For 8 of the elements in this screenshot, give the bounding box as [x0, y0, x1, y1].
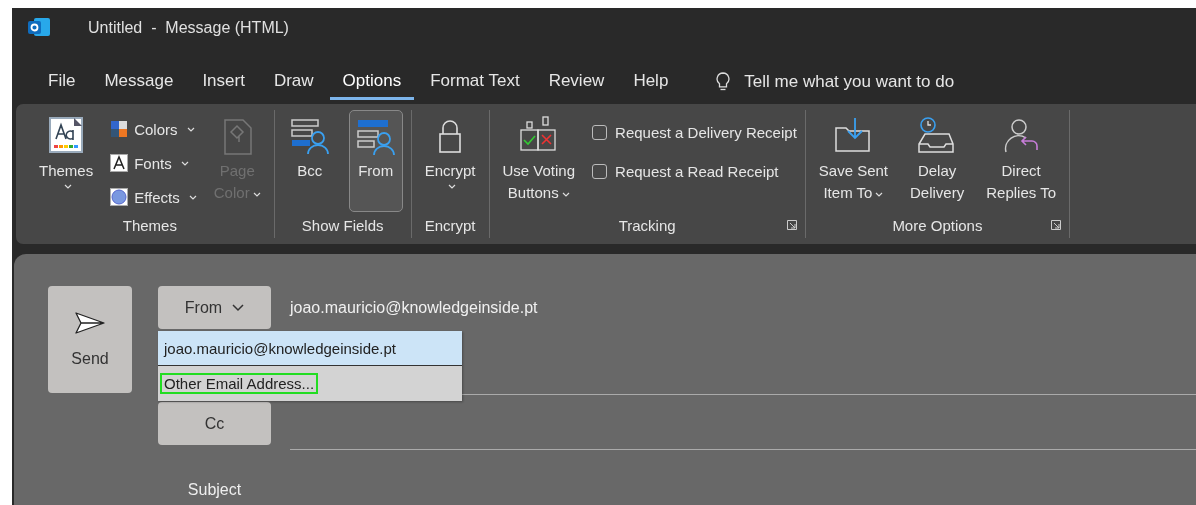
group-label: Tracking — [618, 216, 676, 234]
subject-label: Subject — [186, 481, 243, 500]
window-title: Untitled - Message (HTML) — [88, 18, 289, 37]
group-label: Encrypt — [424, 216, 476, 234]
sender-address: joao.mauricio@knowledgeinside.pt — [290, 298, 538, 317]
group-label: Themes — [122, 216, 177, 234]
group-label: Show Fields — [301, 216, 384, 234]
group-label: More Options — [892, 216, 983, 234]
